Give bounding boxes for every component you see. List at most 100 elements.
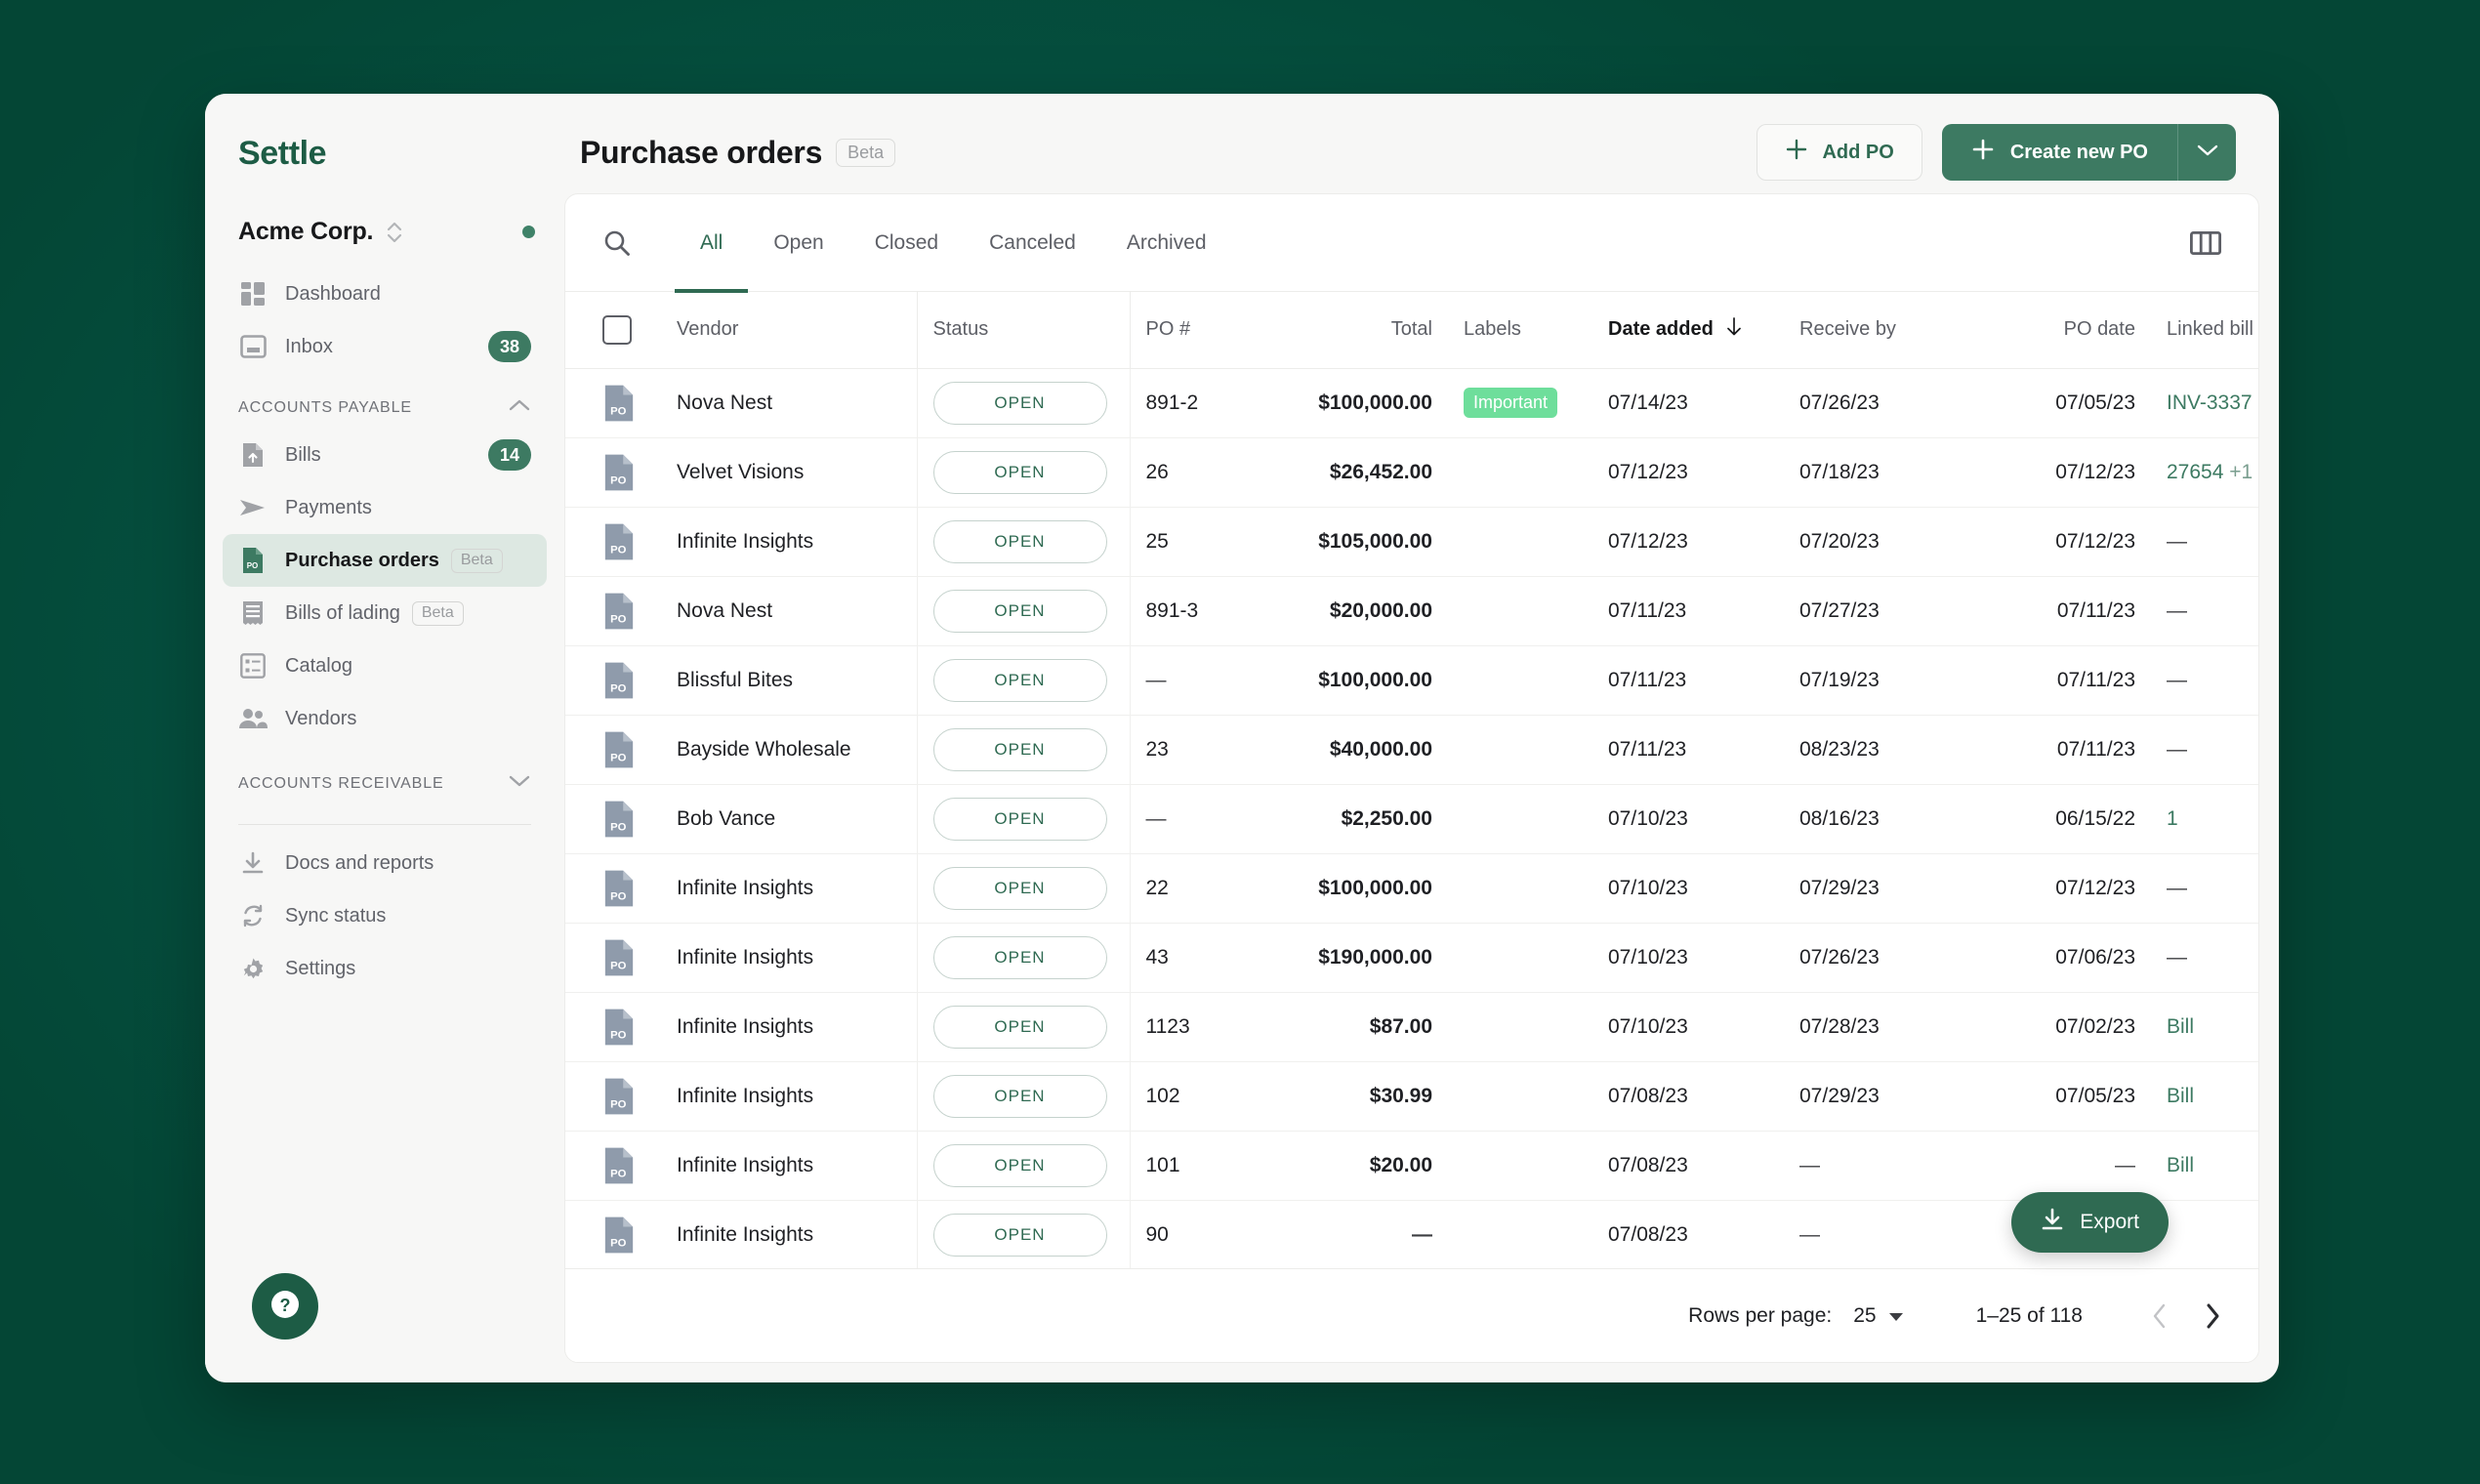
cell-linked-bill[interactable]: — xyxy=(2151,576,2258,646)
people-icon xyxy=(238,704,268,733)
previous-page-button[interactable] xyxy=(2151,1302,2169,1330)
next-page-button[interactable] xyxy=(2204,1302,2221,1330)
table-row[interactable]: PO Infinite Insights OPEN 43 $190,000.00 07/1… xyxy=(565,923,2258,993)
cell-po-number: 101 xyxy=(1130,1131,1235,1201)
sidebar-item-catalog[interactable]: Catalog xyxy=(223,639,547,692)
row-select-cell: PO xyxy=(565,784,661,854)
cell-linked-bill[interactable]: INV-3337 xyxy=(2151,368,2258,438)
search-icon[interactable] xyxy=(602,228,645,258)
column-header-po[interactable]: PO # xyxy=(1130,292,1235,369)
cell-linked-bill[interactable] xyxy=(2151,1200,2258,1268)
status-badge[interactable]: OPEN xyxy=(932,1005,1107,1049)
po-doc-icon: PO xyxy=(604,731,634,767)
status-badge[interactable]: OPEN xyxy=(932,519,1107,563)
table-row[interactable]: PO Nova Nest OPEN 891-3 $20,000.00 07/11/23 07… xyxy=(565,576,2258,646)
sidebar-item-sync-status[interactable]: Sync status xyxy=(223,889,547,942)
cell-linked-bill[interactable]: Bill xyxy=(2151,992,2258,1062)
table-row[interactable]: PO Velvet Visions OPEN 26 $26,452.00 07/12/23… xyxy=(565,437,2258,508)
status-badge[interactable]: OPEN xyxy=(932,381,1107,425)
table-row[interactable]: PO Bayside Wholesale OPEN 23 $40,000.00 07/11… xyxy=(565,715,2258,785)
column-header-labels[interactable]: Labels xyxy=(1448,292,1592,369)
sidebar-item-docs-and-reports[interactable]: Docs and reports xyxy=(223,837,547,889)
svg-text:PO: PO xyxy=(610,1029,627,1041)
table-row[interactable]: PO Infinite Insights OPEN 1123 $87.00 07/10/2… xyxy=(565,992,2258,1062)
cell-linked-bill[interactable]: — xyxy=(2151,507,2258,577)
cell-vendor: Infinite Insights xyxy=(661,1061,918,1132)
cell-linked-bill[interactable]: — xyxy=(2151,645,2258,716)
sidebar-item-bills[interactable]: Bills 14 xyxy=(223,429,547,481)
cell-linked-bill[interactable]: — xyxy=(2151,715,2258,785)
table-row[interactable]: PO Infinite Insights OPEN 25 $105,000.00 07/1… xyxy=(565,507,2258,577)
help-button[interactable]: ? xyxy=(252,1273,318,1340)
table-row[interactable]: PO Nova Nest OPEN 891-2 $100,000.00 Important… xyxy=(565,368,2258,438)
cell-labels xyxy=(1448,784,1592,854)
cell-linked-bill[interactable]: Bill xyxy=(2151,1061,2258,1132)
send-icon xyxy=(238,493,268,522)
column-header-receive-by[interactable]: Receive by xyxy=(1784,292,1975,369)
table-row[interactable]: PO Infinite Insights OPEN 102 $30.99 07/08/23… xyxy=(565,1061,2258,1132)
cell-linked-bill[interactable]: 1 xyxy=(2151,784,2258,854)
status-badge[interactable]: OPEN xyxy=(932,1213,1107,1257)
sidebar-item-bills-of-lading[interactable]: Bills of lading Beta xyxy=(223,587,547,639)
status-badge[interactable]: OPEN xyxy=(932,589,1107,633)
cell-linked-bill[interactable]: 27654 +1 xyxy=(2151,437,2258,508)
status-badge[interactable]: OPEN xyxy=(932,727,1107,771)
receipt-icon xyxy=(238,598,268,628)
column-header-status[interactable]: Status xyxy=(917,292,1131,369)
create-new-po-dropdown-button[interactable] xyxy=(2177,124,2236,181)
org-switcher[interactable]: Acme Corp. xyxy=(205,173,564,246)
rows-per-page-select[interactable]: 25 xyxy=(1853,1304,1903,1328)
cell-linked-bill[interactable]: — xyxy=(2151,923,2258,993)
svg-text:PO: PO xyxy=(610,405,627,417)
status-badge[interactable]: OPEN xyxy=(932,450,1107,494)
status-badge[interactable]: OPEN xyxy=(932,866,1107,910)
column-header-linked-bill[interactable]: Linked bill # xyxy=(2151,292,2258,369)
section-accounts-receivable[interactable]: ACCOUNTS RECEIVABLE xyxy=(205,745,564,803)
po-doc-icon: PO xyxy=(604,1216,634,1253)
tab-all[interactable]: All xyxy=(675,196,749,293)
sidebar-item-inbox[interactable]: Inbox 38 xyxy=(223,320,547,373)
section-accounts-payable[interactable]: ACCOUNTS PAYABLE xyxy=(205,373,564,427)
tab-closed[interactable]: Closed xyxy=(849,196,964,293)
cell-po-date: 07/02/23 xyxy=(1975,992,2151,1062)
cell-date-added: 07/10/23 xyxy=(1592,923,1784,993)
create-new-po-button[interactable]: Create new PO xyxy=(1941,124,2177,181)
table-row[interactable]: PO Blissful Bites OPEN — $100,000.00 07/11/23… xyxy=(565,645,2258,716)
cell-po-date: 07/12/23 xyxy=(1975,853,2151,924)
cell-linked-bill[interactable]: — xyxy=(2151,853,2258,924)
cell-po-number: 23 xyxy=(1130,715,1235,785)
sidebar-item-payments[interactable]: Payments xyxy=(223,481,547,534)
cell-po-number: 891-3 xyxy=(1130,576,1235,646)
column-header-date-added[interactable]: Date added xyxy=(1592,292,1784,369)
sidebar-item-purchase-orders[interactable]: PO Purchase orders Beta xyxy=(223,534,547,587)
status-badge[interactable]: OPEN xyxy=(932,935,1107,979)
cell-total: $40,000.00 xyxy=(1235,715,1448,785)
tab-canceled[interactable]: Canceled xyxy=(964,196,1101,293)
sidebar: Settle Acme Corp. Dashboard Inbox 38 ACC… xyxy=(205,94,564,1382)
column-header-po-date[interactable]: PO date xyxy=(1975,292,2151,369)
tab-archived[interactable]: Archived xyxy=(1101,196,1232,293)
columns-icon[interactable] xyxy=(2190,229,2221,257)
table-row[interactable]: PO Bob Vance OPEN — $2,250.00 07/10/23 08/16/2… xyxy=(565,784,2258,854)
cell-status: OPEN xyxy=(917,437,1131,508)
table-row[interactable]: PO Infinite Insights OPEN 22 $100,000.00 07/1… xyxy=(565,853,2258,924)
status-badge[interactable]: OPEN xyxy=(932,797,1107,841)
export-button[interactable]: Export xyxy=(2011,1192,2169,1253)
sidebar-item-vendors[interactable]: Vendors xyxy=(223,692,547,745)
sidebar-item-settings[interactable]: Settings xyxy=(223,942,547,995)
status-badge[interactable]: OPEN xyxy=(932,1143,1107,1187)
table-row[interactable]: POInfinite InsightsOPEN90—07/08/23—— xyxy=(565,1200,2258,1268)
column-header-vendor[interactable]: Vendor xyxy=(661,292,918,369)
status-badge[interactable]: OPEN xyxy=(932,658,1107,702)
table-row[interactable]: PO Infinite Insights OPEN 101 $20.00 07/08/23… xyxy=(565,1131,2258,1201)
status-badge[interactable]: OPEN xyxy=(932,1074,1107,1118)
cell-date-added: 07/08/23 xyxy=(1592,1061,1784,1132)
sidebar-item-dashboard[interactable]: Dashboard xyxy=(223,268,547,320)
section-title: ACCOUNTS RECEIVABLE xyxy=(238,774,444,792)
add-po-button[interactable]: Add PO xyxy=(1757,124,1922,181)
tab-open[interactable]: Open xyxy=(748,196,848,293)
cell-linked-bill[interactable]: Bill xyxy=(2151,1131,2258,1201)
row-select-cell: PO xyxy=(565,645,661,716)
select-all-checkbox[interactable] xyxy=(602,314,632,345)
column-header-total[interactable]: Total xyxy=(1235,292,1448,369)
